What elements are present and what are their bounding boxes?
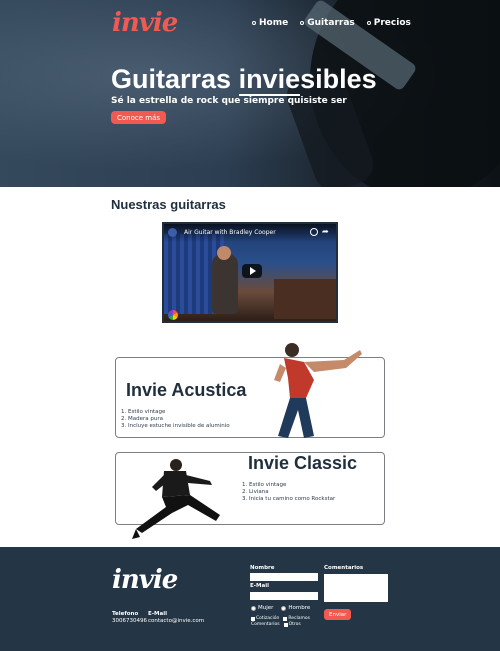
hero-title-highlight: invie <box>238 64 301 96</box>
section-title: Nuestras guitarras <box>111 197 226 212</box>
feature-list: 1. Estilo vintage 2. Liviana 3. Inicia t… <box>242 482 335 503</box>
checkbox-reclamos[interactable]: Reclamos <box>283 616 310 621</box>
site-logo[interactable]: invie <box>112 8 178 38</box>
video-title[interactable]: Air Guitar with Bradley Cooper <box>184 229 276 236</box>
checkbox-label: Otros <box>288 622 301 627</box>
bullet-icon <box>300 21 305 25</box>
radio-icon[interactable] <box>281 605 287 611</box>
checkbox-cotizacion[interactable]: Cotización <box>251 616 279 621</box>
hero-title-suffix: sibles <box>300 64 377 94</box>
checkbox-icon[interactable] <box>251 616 255 621</box>
channel-avatar[interactable] <box>168 228 177 237</box>
comments-textarea[interactable] <box>324 574 388 602</box>
conoce-mas-button[interactable]: Conoce más <box>111 111 167 124</box>
comments-field-label: Comentarios <box>324 565 364 571</box>
radio-icon[interactable] <box>251 605 256 611</box>
feature-item: 1. Estilo vintage <box>242 482 287 488</box>
guitarist-image <box>274 343 362 438</box>
checkbox-label: Cotización <box>256 616 280 621</box>
feature-item: 3. Incluye estuche invisible de aluminio <box>121 423 230 429</box>
bullet-icon <box>366 21 371 25</box>
email-field[interactable] <box>250 592 318 600</box>
feature-item: 2. Madera pura <box>121 416 163 422</box>
phone-label: Telefono <box>112 611 139 617</box>
video-embed[interactable]: Air Guitar with Bradley Cooper ➦ <box>162 222 338 323</box>
name-field[interactable] <box>250 573 318 581</box>
nbc-logo-icon <box>168 310 178 320</box>
radio-hombre[interactable]: Hombre <box>281 605 310 611</box>
submit-button[interactable]: Enviar <box>324 609 352 620</box>
main-nav: Home Guitarras Precios <box>252 18 411 28</box>
nav-item-precios[interactable]: Precios <box>366 18 411 28</box>
nav-item-guitarras[interactable]: Guitarras <box>300 18 355 28</box>
product-title: Invie Acustica <box>126 380 247 400</box>
gender-radio-group: Mujer Hombre <box>251 605 310 611</box>
checkbox-icon[interactable] <box>283 622 288 627</box>
checkbox-otros[interactable]: Otros <box>283 622 301 627</box>
share-icon[interactable]: ➦ <box>322 227 329 236</box>
email-field-label: E-Mail <box>250 583 269 589</box>
hero-subtitle: Sé la estrella de rock que siempre quisi… <box>111 96 347 106</box>
hero-title-prefix: Guitarras <box>111 64 239 94</box>
feature-item: 1. Estilo vintage <box>121 409 166 415</box>
video-thumbnail-head <box>217 246 231 260</box>
hero-title: Guitarras inviesibles <box>111 64 377 96</box>
clock-icon[interactable] <box>310 228 318 236</box>
bullet-icon <box>252 21 256 25</box>
nav-item-home[interactable]: Home <box>252 18 288 28</box>
feature-item: 2. Liviana <box>242 489 269 495</box>
email-label: E-Mail <box>148 611 167 617</box>
name-field-label: Nombre <box>250 565 275 571</box>
radio-label: Hombre <box>288 605 311 611</box>
radio-mujer[interactable]: Mujer <box>251 605 273 611</box>
checkbox-label: Comentarios <box>251 622 280 627</box>
video-thumbnail-person <box>212 254 238 314</box>
feature-list: 1. Estilo vintage 2. Madera pura 3. Incl… <box>121 409 230 430</box>
topic-checkbox-group: Cotización Reclamos Comentarios Otros <box>251 616 321 627</box>
checkbox-comentarios[interactable]: Comentarios <box>251 622 280 627</box>
product-title: Invie Classic <box>248 453 358 473</box>
footer-logo[interactable]: invie <box>112 565 178 595</box>
nav-item-label: Guitarras <box>307 18 355 28</box>
radio-label: Mujer <box>258 605 274 611</box>
email-value[interactable]: contacto@invie.com <box>148 618 204 624</box>
checkbox-icon[interactable] <box>283 616 288 621</box>
guitarist-image <box>132 459 220 539</box>
feature-item: 3. Inicia tu camino como Rockstar <box>242 496 336 502</box>
nav-item-label: Precios <box>373 18 411 28</box>
phone-value: 3006730496 <box>112 618 147 624</box>
play-icon[interactable] <box>242 264 262 278</box>
checkbox-label: Reclamos <box>288 616 311 621</box>
nav-item-label: Home <box>259 18 289 28</box>
video-thumbnail-desk <box>274 279 336 319</box>
